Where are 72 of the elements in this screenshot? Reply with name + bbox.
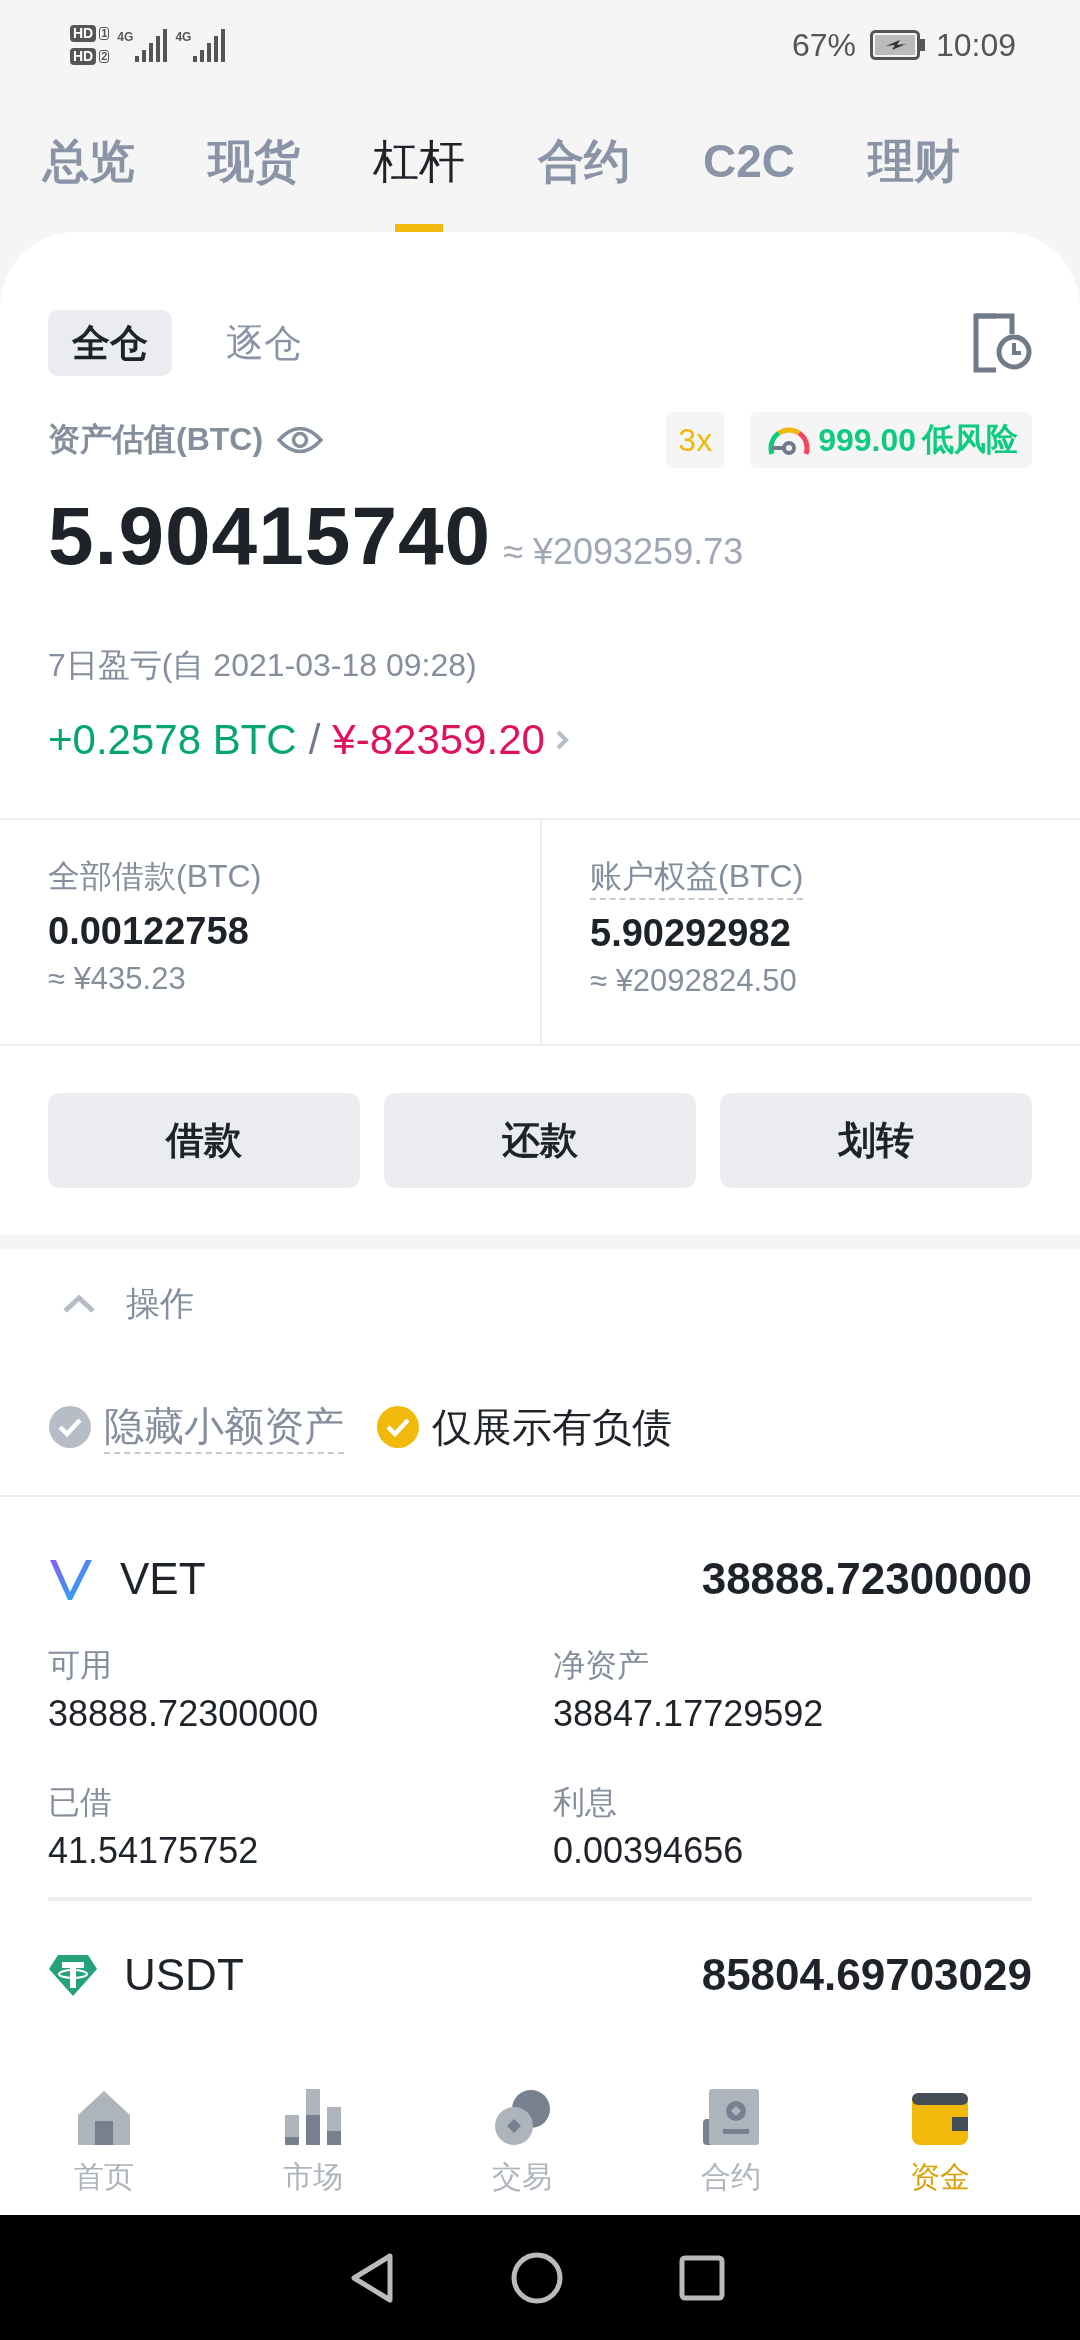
action-button[interactable]: 借款 (48, 1093, 360, 1188)
summary-approx: ≈ ¥2092824.50 (590, 962, 797, 1000)
leverage-badge: 3x (666, 412, 725, 468)
summary-value: 5.90292982 (590, 911, 791, 956)
risk-value: 999.00 (818, 421, 916, 459)
history-icon[interactable] (972, 312, 1032, 374)
nav-tab[interactable]: 市场 (208, 2065, 418, 2215)
summary-label: 账户权益(BTC) (590, 854, 804, 900)
summary-approx: ≈ ¥435.23 (48, 960, 186, 998)
network-label: 4G (117, 30, 134, 44)
sim-slot: 2 (99, 50, 110, 63)
eye-icon[interactable] (277, 425, 324, 455)
filter-checkbox[interactable]: 隐藏小额资产 (48, 1400, 344, 1454)
field-value: 41.54175752 (48, 1829, 260, 1873)
field-label: 利息 (553, 1783, 618, 1822)
asset-total: 85804.69703029 (701, 1950, 1032, 2000)
network-label: 4G (175, 30, 192, 44)
tether-logo-icon (48, 1953, 98, 1997)
field-value: 38888.72300000 (48, 1692, 320, 1736)
bar-chart-icon (283, 2089, 344, 2145)
nav-tab[interactable]: 资金 (835, 2065, 1044, 2215)
asset-symbol: USDT (124, 1950, 244, 2000)
field-value: 0.00394656 (553, 1829, 745, 1873)
filter-label: 隐藏小额资产 (104, 1400, 344, 1454)
tab[interactable]: 现货 (208, 130, 300, 232)
asset-symbol: VET (120, 1554, 206, 1604)
margin-mode-tab[interactable]: 逐仓 (202, 310, 326, 376)
action-button[interactable]: 还款 (384, 1093, 696, 1188)
signal-icon (193, 28, 226, 62)
risk-badge[interactable]: 999.00 低风险 (750, 412, 1032, 468)
field-label: 净资产 (553, 1646, 650, 1685)
nav-tab[interactable]: 首页 (0, 2065, 209, 2215)
coins-icon (494, 2089, 550, 2145)
tab[interactable]: C2C (703, 130, 796, 232)
back-icon[interactable] (349, 2251, 395, 2304)
house-icon (76, 2089, 133, 2145)
document-icon (702, 2089, 759, 2145)
separator: / (308, 716, 321, 764)
clock: 10:09 (935, 26, 1016, 64)
asset-total: 38888.72300000 (701, 1554, 1032, 1604)
filter-label: 仅展示有负债 (432, 1404, 672, 1451)
pnl-btc: +0.2578 BTC (48, 716, 297, 764)
asset-valuation-label: 资产估值(BTC) (48, 420, 264, 459)
summary-value: 0.00122758 (48, 909, 249, 954)
field-value: 38847.17729592 (553, 1692, 825, 1736)
summary-label: 全部借款(BTC) (48, 857, 262, 896)
cny-estimate: ≈ ¥2093259.73 (503, 531, 744, 573)
tab[interactable]: 理财 (868, 130, 961, 232)
filter-checkbox[interactable]: 仅展示有负债 (376, 1401, 672, 1453)
total-balance: 5.90415740 (48, 489, 492, 583)
pnl-cny: ¥-82359.20 (332, 716, 545, 764)
operations-toggle[interactable]: 操作 (0, 1249, 1080, 1359)
signal-icon (135, 28, 168, 62)
field-label: 可用 (48, 1646, 113, 1685)
margin-mode-tab[interactable]: 全仓 (48, 310, 172, 376)
risk-level: 低风险 (922, 420, 1018, 459)
nav-tab[interactable]: 交易 (417, 2065, 627, 2215)
pnl-label: 7日盈亏(自 2021-03-18 09:28) (48, 646, 478, 685)
sim-badge: HD (70, 48, 97, 65)
nav-tab[interactable]: 合约 (626, 2065, 836, 2215)
field-label: 已借 (48, 1783, 113, 1822)
action-button[interactable]: 划转 (720, 1093, 1032, 1188)
home-icon[interactable] (511, 2251, 563, 2304)
tab[interactable]: 杠杆 (373, 130, 465, 232)
battery-icon (869, 30, 926, 60)
tab[interactable]: 合约 (538, 130, 630, 232)
sim-slot: 1 (99, 27, 110, 40)
chevron-up-icon (62, 1294, 96, 1314)
recent-apps-icon[interactable] (679, 2254, 725, 2301)
sim-badge: HD (70, 25, 97, 42)
battery-percent: 67% (791, 26, 856, 64)
tab[interactable]: 总览 (43, 130, 135, 232)
